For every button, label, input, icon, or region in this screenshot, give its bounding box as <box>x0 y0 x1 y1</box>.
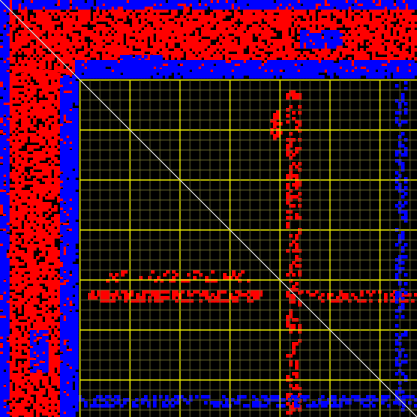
heatmap-cell <box>18 289 22 293</box>
heatmap-cell <box>72 6 76 10</box>
heatmap-cell <box>6 99 10 103</box>
heatmap-cell <box>39 94 43 98</box>
heatmap-cell <box>228 12 232 16</box>
heatmap-cell <box>6 396 10 400</box>
heatmap-cell <box>186 3 190 7</box>
heatmap-cell <box>93 6 97 10</box>
heatmap-cell <box>54 208 58 212</box>
heatmap-cell <box>213 36 217 40</box>
heatmap-cell <box>84 21 88 25</box>
heatmap-cell <box>21 6 25 10</box>
heatmap-cell <box>24 42 28 46</box>
heatmap-cell <box>27 175 31 179</box>
heatmap-cell <box>393 18 397 22</box>
heatmap-cell <box>21 262 25 266</box>
heatmap-cell <box>39 6 43 10</box>
heatmap-cell <box>57 21 61 25</box>
heatmap-cell <box>51 196 55 200</box>
heatmap-cell <box>36 145 40 149</box>
heatmap-cell <box>87 6 91 10</box>
heatmap-cell <box>42 157 46 161</box>
heatmap-cell <box>18 310 22 314</box>
heatmap-cell <box>27 403 31 407</box>
heatmap-cell <box>339 24 343 28</box>
heatmap-cell <box>360 42 364 46</box>
heatmap-cell <box>18 51 22 55</box>
heatmap-cell <box>78 45 82 49</box>
heatmap-cell <box>54 15 58 19</box>
heatmap-cell <box>15 6 19 10</box>
heatmap-cell <box>273 33 277 37</box>
contact-heatmap <box>0 0 417 417</box>
heatmap-cell <box>66 6 70 10</box>
